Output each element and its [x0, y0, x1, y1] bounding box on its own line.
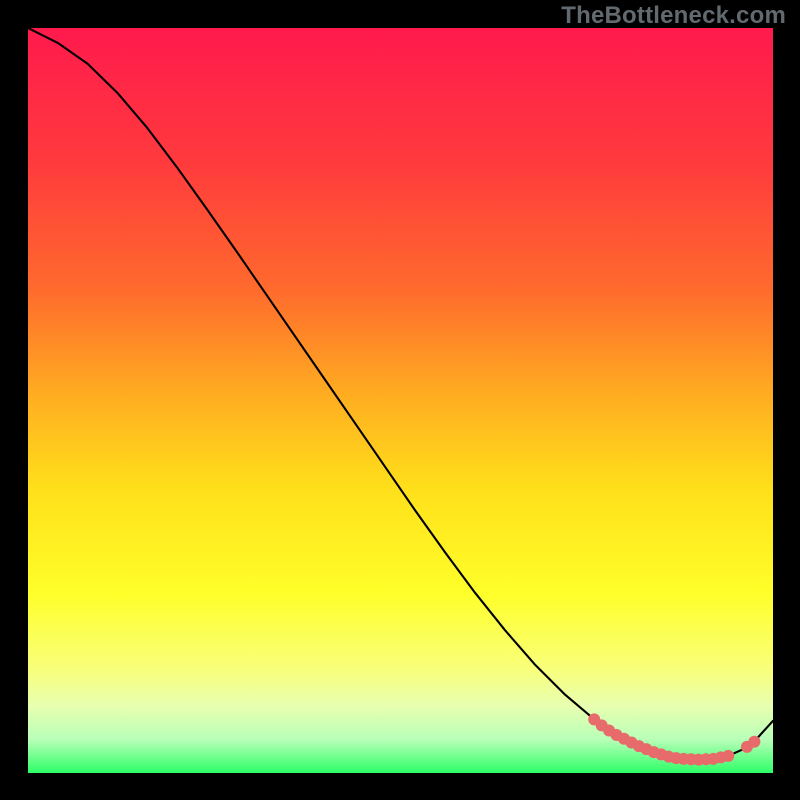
chart-frame: TheBottleneck.com [0, 0, 800, 800]
data-marker [722, 750, 734, 762]
watermark-text: TheBottleneck.com [561, 2, 786, 30]
plot-area [28, 28, 773, 773]
gradient-background [28, 28, 773, 773]
data-marker [748, 736, 760, 748]
chart-svg [28, 28, 773, 773]
